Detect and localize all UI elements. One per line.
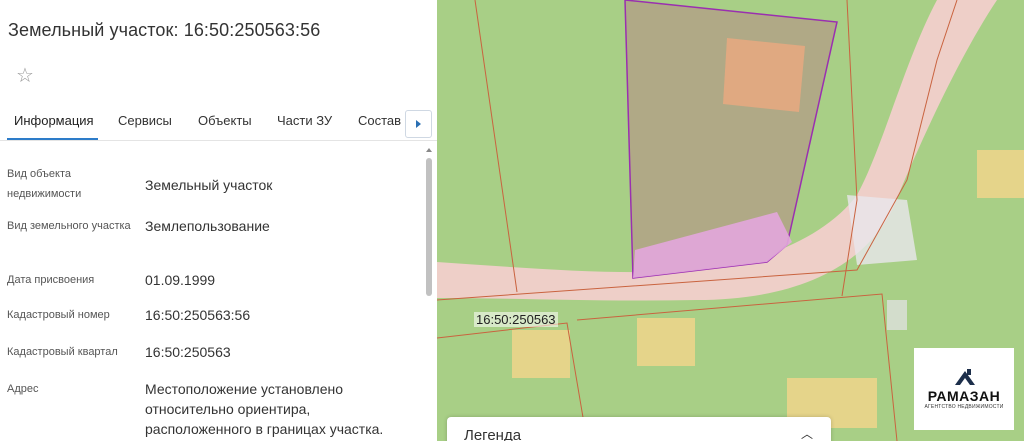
logo-house-icon [955,369,975,385]
tab-information[interactable]: Информация [14,113,94,128]
logo-name: РАМАЗАН [927,388,1001,404]
panel-scrollbar[interactable] [425,148,433,441]
active-tab-indicator [7,138,98,140]
legend-title: Легенда [464,427,522,441]
chevron-right-icon [416,120,421,128]
chevron-up-icon[interactable]: ︿ [799,427,815,441]
detail-value: 16:50:250563 [145,344,231,360]
tab-land-parts[interactable]: Части ЗУ [277,113,332,128]
tab-services[interactable]: Сервисы [118,113,172,128]
tab-objects[interactable]: Объекты [198,113,252,128]
detail-value: Местоположение установлено относительно … [145,381,384,437]
page-title: Земельный участок: 16:50:250563:56 [8,20,321,40]
legend-panel[interactable]: Легенда ︿ [447,417,831,441]
company-logo: РАМАЗАН АГЕНТСТВО НЕДВИЖИМОСТИ [914,348,1014,430]
detail-value: Землепользование [145,218,270,234]
tabs-next-button[interactable] [405,110,432,138]
detail-value: 01.09.1999 [145,272,216,288]
info-panel: Земельный участок: 16:50:250563:56 ☆ Инф… [0,0,437,441]
detail-label: Вид земельного участка [7,220,131,232]
favorite-button[interactable]: ☆ [8,58,42,92]
detail-label: Адрес [7,383,39,395]
detail-label: Дата присвоения [7,274,95,286]
tab-composition[interactable]: Состав [358,113,401,128]
scroll-thumb[interactable] [426,158,432,296]
star-icon: ☆ [16,64,34,87]
scroll-up-arrow-icon[interactable] [426,148,432,152]
parcel-map-label[interactable]: 16:50:250563 [474,312,558,327]
detail-label: Вид объекта недвижимости [7,168,82,200]
detail-label: Кадастровый номер [7,309,110,321]
detail-value: 16:50:250563:56 [145,307,251,323]
tab-bar: Информация Сервисы Объекты Части ЗУ Сост… [0,103,437,141]
detail-label: Кадастровый квартал [7,346,118,358]
detail-value: Земельный участок [145,177,273,193]
logo-subtitle: АГЕНТСТВО НЕДВИЖИМОСТИ [924,404,1004,410]
